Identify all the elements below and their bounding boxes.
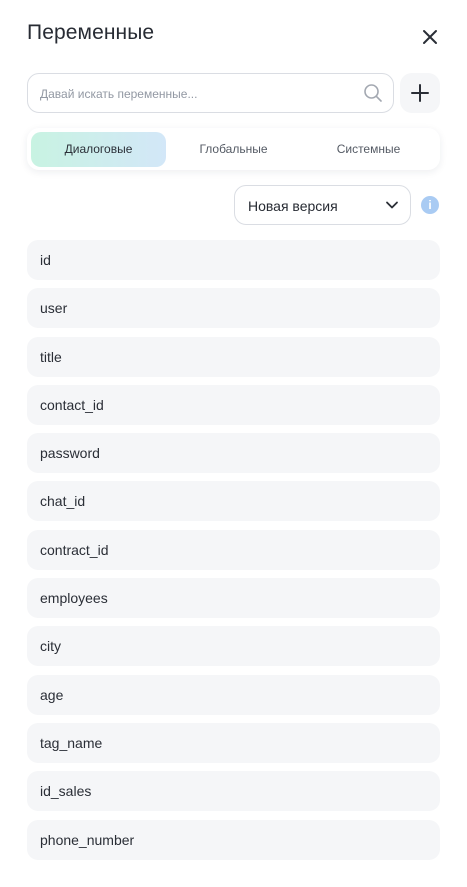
variable-item[interactable]: contract_id bbox=[27, 529, 440, 570]
variable-type-tabs: Диалоговые Глобальные Системные bbox=[27, 128, 440, 170]
variable-item[interactable]: chat_id bbox=[27, 481, 440, 522]
variable-item[interactable]: title bbox=[27, 336, 440, 377]
version-select[interactable]: Новая версия bbox=[234, 185, 411, 225]
tab-global[interactable]: Глобальные bbox=[166, 132, 301, 167]
search-box bbox=[27, 73, 394, 114]
panel-title: Переменные bbox=[27, 21, 155, 44]
variable-item[interactable]: phone_number bbox=[27, 819, 440, 860]
version-select-value: Новая версия bbox=[248, 198, 338, 214]
search-input[interactable] bbox=[38, 74, 362, 114]
variable-item[interactable]: contact_id bbox=[27, 384, 440, 425]
chevron-down-icon bbox=[386, 201, 398, 209]
variable-item[interactable]: password bbox=[27, 433, 440, 474]
variable-item[interactable]: id bbox=[27, 240, 440, 280]
search-icon[interactable] bbox=[363, 83, 383, 103]
variable-item[interactable]: age bbox=[27, 674, 440, 715]
variable-list: id user title contact_id password chat_i… bbox=[27, 240, 440, 868]
variable-item[interactable]: user bbox=[27, 288, 440, 329]
info-icon[interactable]: i bbox=[421, 196, 439, 214]
variable-item[interactable]: tag_name bbox=[27, 722, 440, 763]
variable-item[interactable]: city bbox=[27, 626, 440, 667]
variable-item[interactable]: id_sales bbox=[27, 771, 440, 812]
tab-dialog[interactable]: Диалоговые bbox=[31, 131, 166, 167]
add-variable-button[interactable] bbox=[400, 73, 440, 113]
close-button[interactable] bbox=[416, 23, 444, 51]
tab-system[interactable]: Системные bbox=[301, 132, 436, 167]
close-icon bbox=[423, 30, 437, 44]
plus-icon bbox=[411, 84, 429, 102]
variables-panel: Переменные Диалоговые Глобальные Системн… bbox=[0, 0, 467, 887]
variable-item[interactable]: employees bbox=[27, 578, 440, 619]
